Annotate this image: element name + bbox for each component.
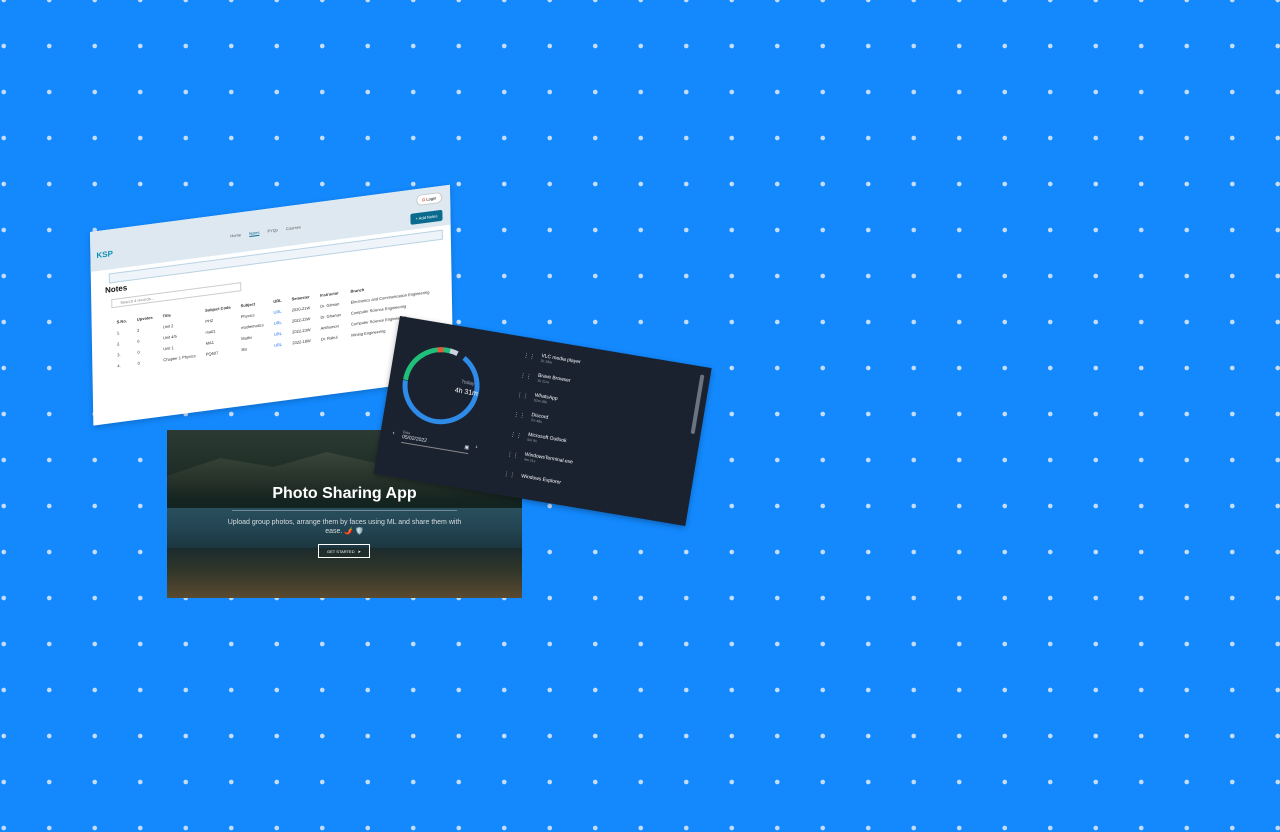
url-link[interactable]: URL: [269, 338, 287, 351]
photo-app-subtitle: Upload group photos, arrange them by fac…: [227, 519, 462, 535]
send-icon: ➤: [357, 548, 361, 554]
calendar-icon[interactable]: ▣: [464, 444, 470, 451]
chevron-right-icon[interactable]: ›: [475, 444, 478, 450]
title-divider: [232, 510, 457, 511]
app-grid-icon: ⋮⋮: [509, 431, 523, 440]
google-icon: G: [422, 196, 426, 203]
app-name: Windows Explorer: [520, 473, 562, 486]
app-grid-icon: ⋮⋮: [516, 391, 529, 400]
app-grid-icon: ⋮⋮: [502, 470, 516, 479]
app-grid-icon: ⋮⋮: [522, 352, 536, 361]
get-started-button[interactable]: GET STARTED ➤: [318, 544, 370, 558]
cell: 2022-18W: [292, 338, 311, 346]
chevron-left-icon[interactable]: ‹: [392, 430, 395, 436]
app-grid-icon: ⋮⋮: [519, 372, 533, 381]
app-usage-list: ⋮⋮ VLC media player 2h 28m ⋮⋮ Brave Brows…: [502, 345, 591, 494]
add-notes-label: Add Notes: [418, 213, 438, 221]
app-grid-icon: ⋮⋮: [512, 411, 526, 420]
notes-table: S.No. Upvotes Title Subject Code Subject…: [112, 275, 436, 372]
login-label: Login: [426, 195, 437, 202]
get-started-label: GET STARTED: [327, 548, 355, 554]
cell: 4.: [117, 362, 121, 369]
app-grid-icon: ⋮⋮: [506, 451, 520, 459]
date-field[interactable]: Date 05/02/2022 ▣: [401, 430, 471, 455]
page-title: Notes: [104, 283, 128, 296]
cell[interactable]: 0: [133, 355, 159, 369]
